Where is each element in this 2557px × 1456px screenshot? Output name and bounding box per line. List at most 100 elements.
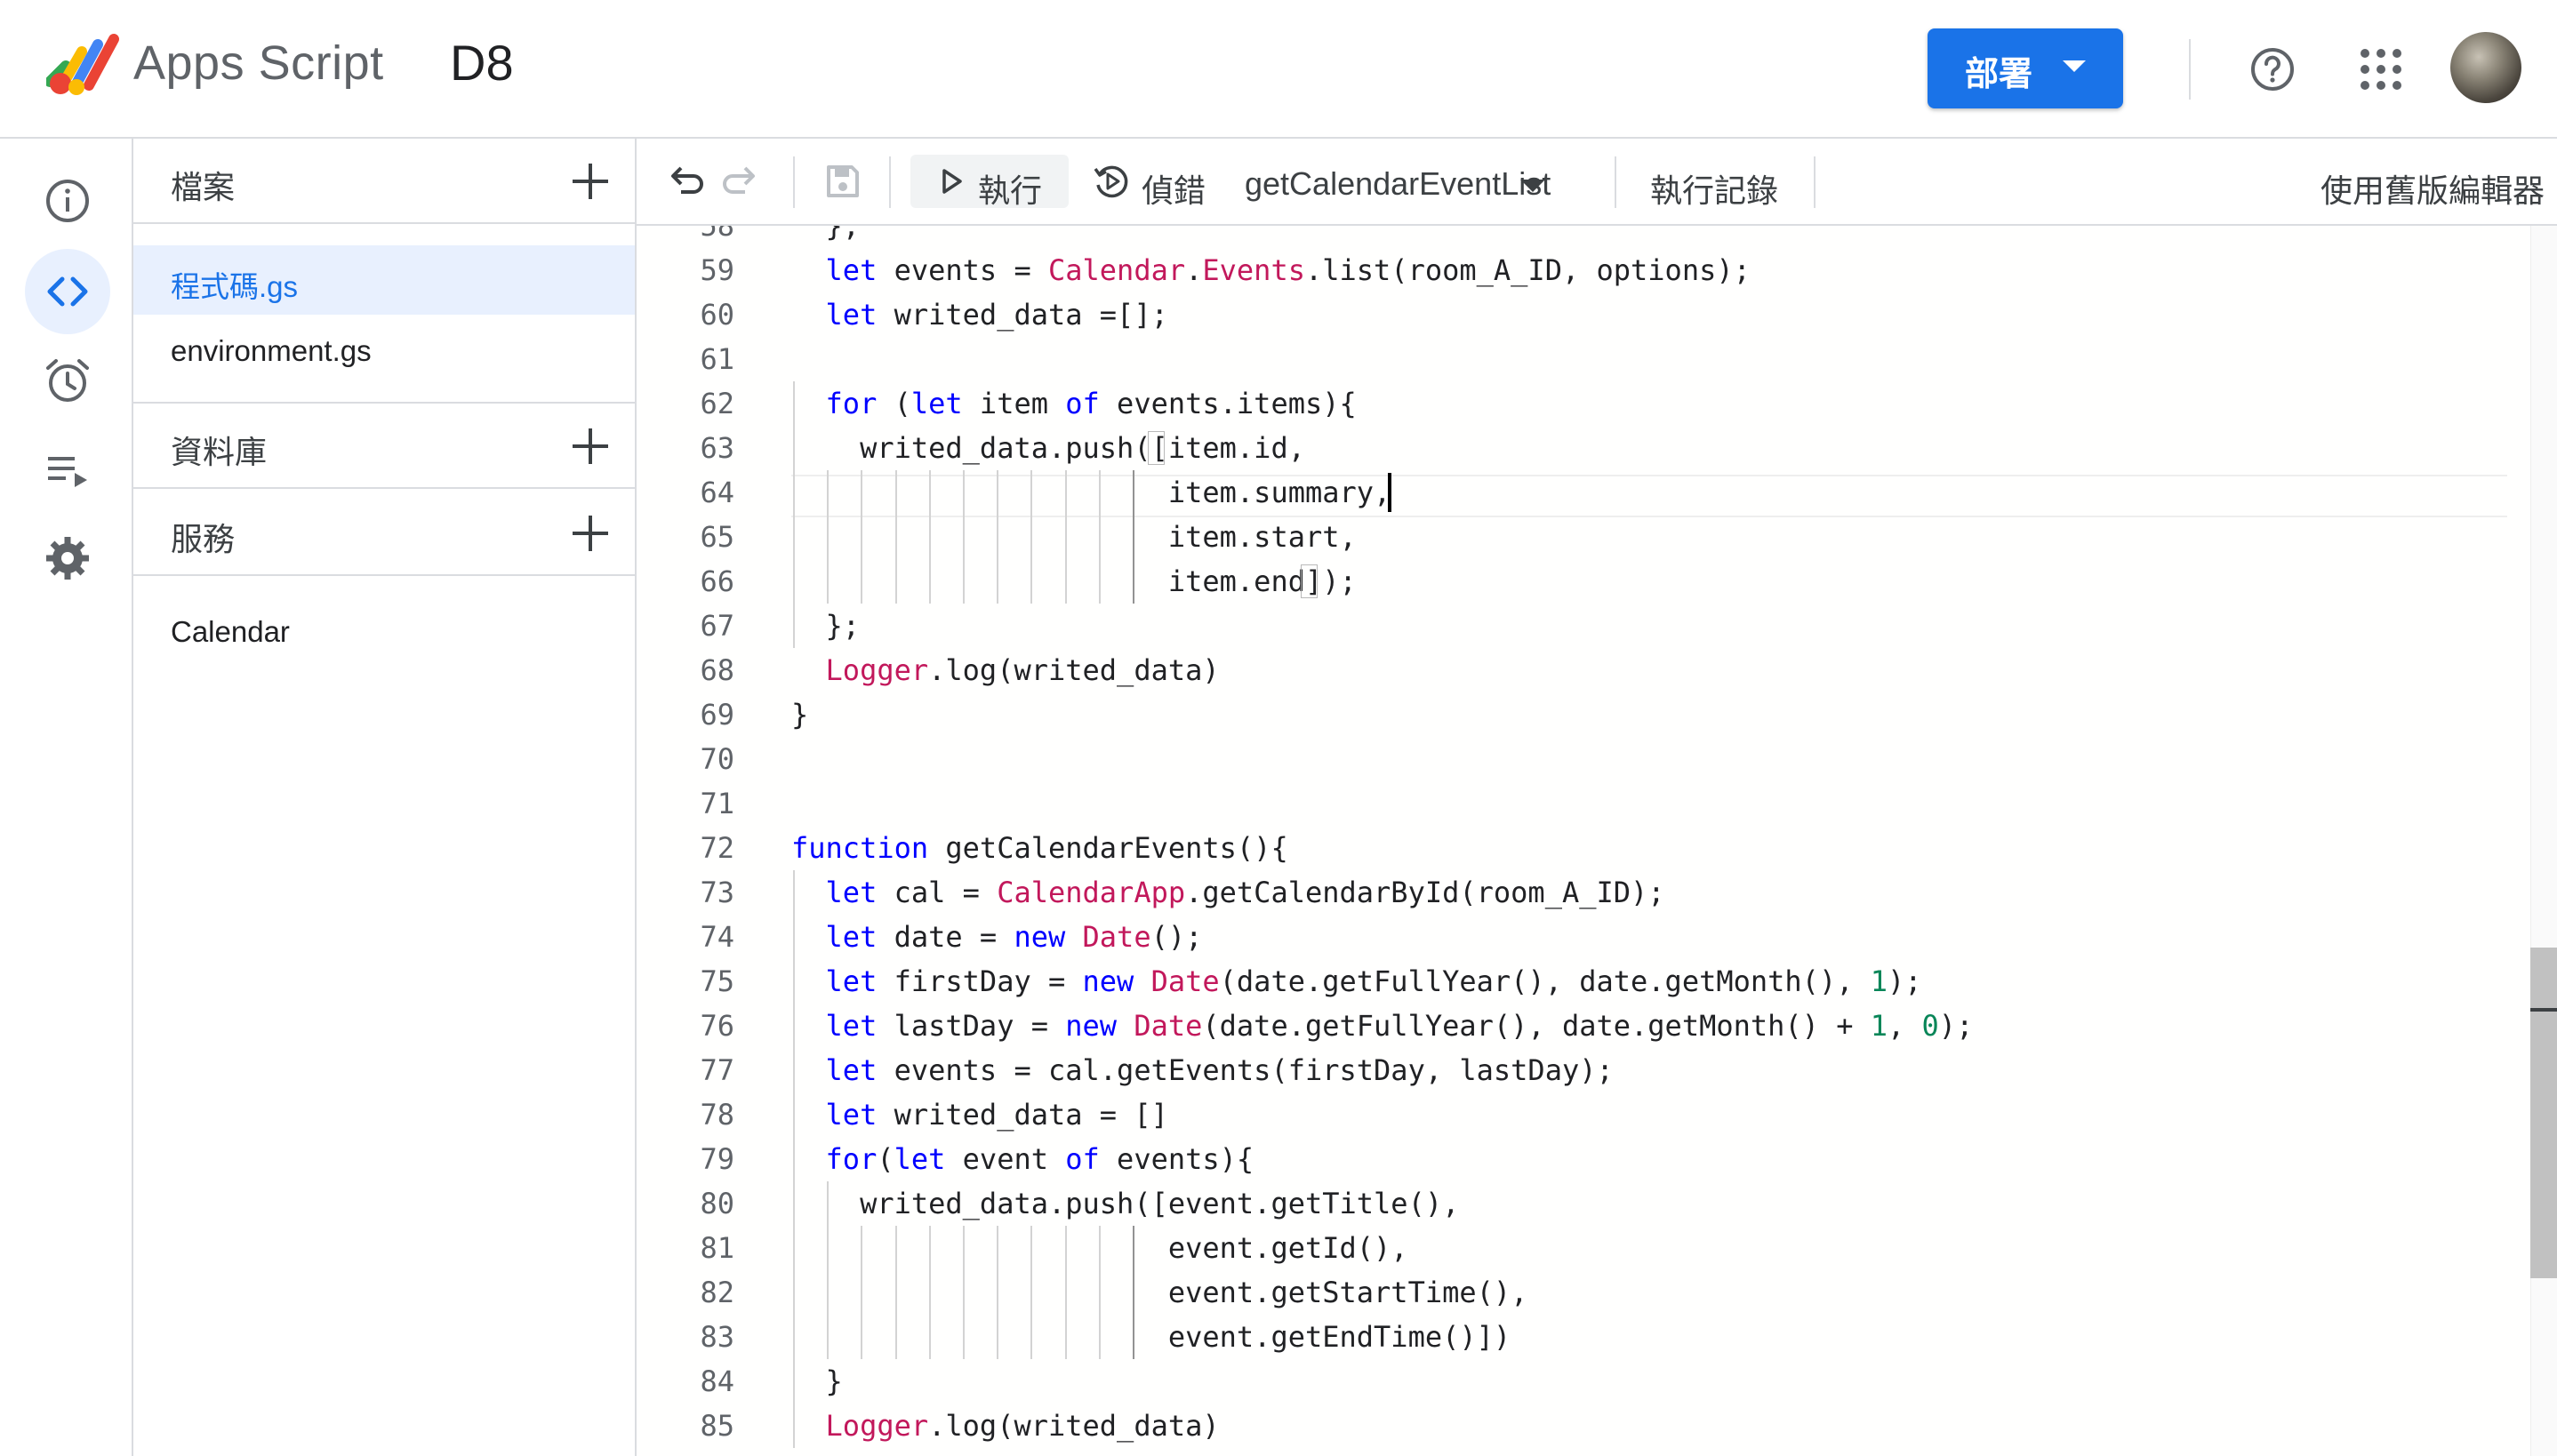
code-line[interactable]: writed_data.push([item.id,	[791, 426, 1305, 470]
indent-guide	[861, 470, 863, 604]
line-number: 74	[700, 920, 734, 954]
add-library-icon[interactable]	[569, 425, 612, 468]
chevron-down-icon	[2063, 60, 2086, 72]
code-line[interactable]: Logger.log(writed_data)	[791, 1404, 1220, 1448]
code-line[interactable]: };	[791, 604, 861, 648]
google-apps-icon[interactable]	[2356, 44, 2406, 94]
line-number: 80	[700, 1187, 734, 1220]
indent-guide	[928, 470, 931, 604]
files-section-header: 檔案	[133, 139, 635, 224]
line-number: 75	[700, 964, 734, 998]
code-line[interactable]: let events = cal.getEvents(firstDay, las…	[791, 1048, 1614, 1092]
line-number: 59	[700, 253, 734, 287]
code-line[interactable]: event.getEndTime()])	[791, 1315, 1511, 1359]
code-line[interactable]: function getCalendarEvents(){	[791, 826, 1288, 870]
indent-guide	[793, 381, 795, 648]
line-number: 61	[700, 342, 734, 376]
deploy-button[interactable]: 部署	[1928, 28, 2123, 108]
indent-guide	[1098, 470, 1101, 604]
code-line[interactable]: item.start,	[791, 515, 1357, 559]
indent-guide	[1133, 1226, 1134, 1359]
line-number: 83	[700, 1320, 734, 1354]
code-line[interactable]: let events = Calendar.Events.list(room_A…	[791, 248, 1751, 292]
product-name[interactable]: Apps Script	[133, 36, 384, 91]
line-number: 81	[700, 1231, 734, 1265]
code-line[interactable]: let writed_data =[];	[791, 292, 1168, 337]
code-area[interactable]: }; let events = Calendar.Events.list(roo…	[791, 226, 2507, 1456]
rail-item-settings[interactable]	[25, 516, 110, 601]
indent-guide	[1133, 470, 1134, 604]
code-line[interactable]: let lastDay = new Date(date.getFullYear(…	[791, 1004, 1974, 1048]
code-line[interactable]: for(let event of events){	[791, 1137, 1254, 1181]
service-item-calendar[interactable]: Calendar	[133, 597, 635, 667]
save-icon[interactable]	[822, 160, 864, 203]
code-line[interactable]: };	[791, 226, 861, 248]
line-number: 71	[700, 787, 734, 820]
debug-button[interactable]: 偵錯	[1083, 155, 1216, 209]
code-line[interactable]: Logger.log(writed_data)	[791, 648, 1220, 692]
redo-icon[interactable]	[720, 160, 763, 203]
code-icon	[47, 276, 88, 307]
code-line[interactable]: let date = new Date();	[791, 915, 1203, 959]
code-line[interactable]: item.end]);	[791, 559, 1357, 604]
code-line[interactable]: item.summary,	[791, 470, 1391, 515]
scrollbar-thumb[interactable]	[2530, 948, 2557, 1278]
file-item-code-gs[interactable]: 程式碼.gs	[133, 245, 635, 315]
code-line[interactable]: writed_data.push([event.getTitle(),	[791, 1181, 1459, 1226]
indent-guide	[963, 470, 965, 604]
rail-item-editor[interactable]	[25, 249, 110, 334]
indent-guide	[793, 870, 795, 1448]
add-service-icon[interactable]	[569, 512, 612, 555]
project-title[interactable]: D8	[450, 34, 514, 92]
code-line[interactable]: let writed_data = []	[791, 1092, 1168, 1137]
rail-item-executions[interactable]	[25, 427, 110, 512]
chevron-down-icon	[1520, 180, 1545, 192]
indent-guide	[1030, 1226, 1033, 1359]
code-line[interactable]: event.getStartTime(),	[791, 1270, 1528, 1315]
function-select[interactable]: getCalendarEventList	[1227, 155, 1558, 208]
info-icon	[46, 180, 89, 222]
line-number: 63	[700, 431, 734, 465]
scrollbar-cursor-marker	[2530, 1008, 2557, 1012]
side-navigation-rail	[0, 139, 133, 1456]
file-item-environment-gs[interactable]: environment.gs	[133, 316, 635, 386]
alarm-clock-icon	[46, 359, 89, 402]
code-line[interactable]: }	[791, 1359, 843, 1404]
rail-item-triggers[interactable]	[25, 338, 110, 423]
line-number: 73	[700, 876, 734, 909]
execution-log-label: 執行記錄	[1650, 172, 1779, 209]
code-editor[interactable]: 58 59 60 61 62 63 64 65 66 67 68 69 70 71 72 73 74 75 76 77…	[637, 226, 2557, 1456]
code-line[interactable]: for (let item of events.items){	[791, 381, 1357, 426]
toolbar-separator	[889, 156, 891, 208]
line-number: 84	[700, 1364, 734, 1398]
toolbar-separator	[793, 156, 795, 208]
line-number: 67	[700, 609, 734, 643]
line-number: 78	[700, 1098, 734, 1132]
indent-guide	[963, 1226, 965, 1359]
execution-log-button[interactable]: 執行記錄	[1650, 155, 1792, 209]
file-name: 程式碼.gs	[171, 270, 299, 303]
indent-guide	[928, 1226, 931, 1359]
files-panel: 檔案 程式碼.gs environment.gs 資料庫 服務 Calendar	[133, 139, 637, 1456]
code-line[interactable]: let firstDay = new Date(date.getFullYear…	[791, 959, 1922, 1004]
editor-toolbar: 執行 偵錯 getCalendarEventList 執行記錄 使用舊版編輯器	[637, 139, 2557, 226]
line-number: 72	[700, 831, 734, 865]
code-line[interactable]: }	[791, 692, 808, 737]
line-number: 68	[700, 653, 734, 687]
undo-icon[interactable]	[663, 160, 706, 203]
run-button[interactable]: 執行	[910, 155, 1069, 209]
apps-script-logo[interactable]	[46, 30, 121, 98]
function-select-value: getCalendarEventList	[1245, 165, 1551, 202]
avatar[interactable]	[2450, 32, 2521, 103]
add-file-icon[interactable]	[569, 160, 612, 203]
use-legacy-editor-button[interactable]: 使用舊版編輯器	[2321, 165, 2545, 212]
indent-guide	[997, 1226, 999, 1359]
rail-item-overview[interactable]	[25, 158, 110, 244]
code-line[interactable]: let cal = CalendarApp.getCalendarById(ro…	[791, 870, 1665, 915]
help-icon[interactable]	[2248, 44, 2297, 94]
file-name: environment.gs	[171, 334, 372, 367]
line-number: 60	[700, 298, 734, 332]
line-number: 64	[700, 476, 734, 509]
line-number: 82	[700, 1276, 734, 1309]
debug-label: 偵錯	[1142, 172, 1206, 209]
